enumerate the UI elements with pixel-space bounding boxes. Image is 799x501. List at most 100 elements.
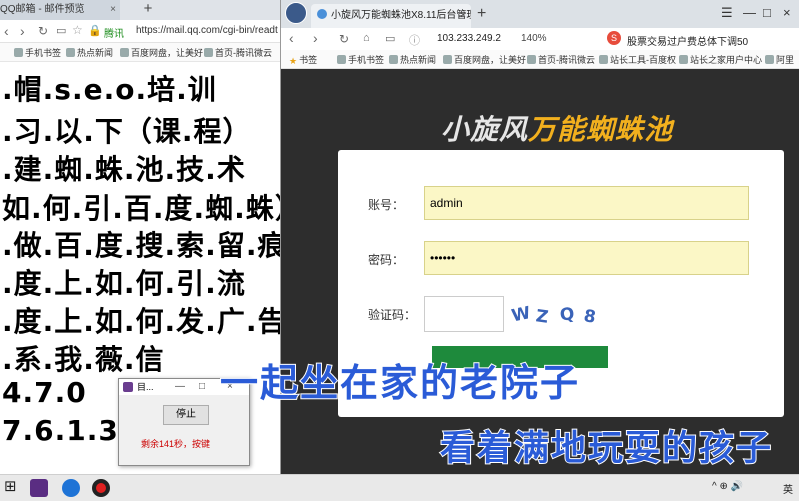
logo-part1: 小旋风 [441,114,529,145]
reload-icon[interactable]: ↻ [38,24,48,38]
right-bookmark-bar: ★ 书签 手机书签 热点新闻 百度网盘，让美好 首页-腾讯微云 站长工具-百度权 … [281,50,799,69]
bookmark-item[interactable]: 热点新闻 [389,53,436,66]
menu-icon[interactable]: ☰ [721,5,733,21]
bookmark-icon [337,55,346,64]
bookmark-item[interactable]: 站长工具-百度权 [599,53,676,66]
forward-icon[interactable]: › [20,23,25,39]
bookmark-icon [204,48,213,57]
captcha-image[interactable]: W Z Q 8 [510,296,606,332]
media-app-icon[interactable] [30,479,48,497]
content-line: 如.何.引.百.度.蜘.蛛） [2,192,280,225]
password-input[interactable]: •••••• [424,241,749,275]
captcha-input[interactable] [424,296,504,332]
right-tab-close-icon[interactable]: × [460,4,466,28]
right-tab-admin[interactable]: 小旋风万能蜘蛛池X8.11后台管理 × [311,4,471,28]
left-new-tab-button[interactable]: + [140,0,156,20]
right-new-tab-button[interactable]: + [477,5,486,23]
bookmark-icon [14,48,23,57]
left-tab-title: QQ邮箱 - 邮件预览 [0,4,85,15]
password-label: 密码： [368,253,405,267]
bookmark-item[interactable]: 首页-腾讯微云 [204,46,272,59]
left-url-input[interactable]: https://mail.qq.com/cgi-bin/readt [136,25,278,36]
bookmark-item[interactable]: 百度网盘，让美好 [443,53,526,66]
captcha-char: Z [535,306,550,328]
info-icon: ⓘ [409,35,420,47]
minimize-icon[interactable]: — [175,379,185,395]
content-line: .建.蜘.蛛.池.技.术 [2,153,246,186]
home-icon[interactable]: ⌂ [363,32,370,44]
left-tab-bar: QQ邮箱 - 邮件预览 × + [0,0,280,20]
news-ticker[interactable]: 股票交易过户费总体下调50 [627,33,748,48]
bookmark-item[interactable]: 百度网盘，让美好 [120,46,203,59]
logo-part2: 万能蜘蛛池 [528,114,674,145]
right-tab-title: 小旋风万能蜘蛛池X8.11后台管理 [331,10,471,21]
content-line: .做.百.度.搜.索.留.痕 [2,229,280,262]
site-logo: 小旋风万能蜘蛛池 [441,108,673,148]
bookmark-item[interactable]: 手机书签 [337,53,384,66]
maximize-icon[interactable]: □ [199,379,205,395]
tray-icons[interactable]: ^ ⊕ 🔊 [712,481,743,492]
username-input[interactable]: admin [424,186,749,220]
back-icon[interactable]: ‹ [289,30,294,46]
start-icon[interactable]: ⊞ [4,477,22,495]
right-tab-bar: 小旋风万能蜘蛛池X8.11后台管理 × + ☰ — □ × [281,0,799,28]
captcha-char: Q [559,304,575,325]
content-line: 7.6.1.3 [2,414,119,447]
right-address-bar: ‹ › ↻ ⌂ ▭ ⓘ 103.233.249.2 140% S 股票交易过户费… [281,28,799,51]
user-avatar[interactable] [285,2,307,24]
bookmark-icon [527,55,536,64]
captcha-char: 8 [582,306,597,328]
browser-app-icon[interactable] [62,479,80,497]
content-line: .帽.s.e.o.培.训 [2,73,217,106]
bookmark-icon [120,48,129,57]
countdown-status: 剩余141秒，按键 [141,439,211,449]
bookmark-item[interactable]: 热点新闻 [66,46,113,59]
username-label: 账号： [368,198,405,212]
captcha-label: 验证码： [368,308,417,322]
right-url-input[interactable]: 103.233.249.2 [437,33,501,44]
site-label: 腾讯 [104,29,124,40]
globe-icon [317,9,327,19]
captcha-char: W [510,303,533,327]
bookmark-icon [389,55,398,64]
bookmark-item[interactable]: 阿里 [765,53,794,66]
favorite-icon[interactable]: ☆ [72,23,83,37]
input-language-indicator[interactable]: 英 [783,481,793,496]
caption-line-1: 一起坐在家的老院子 [219,360,581,406]
bookmark-icon [679,55,688,64]
content-line: .习.以.下（课.程） [2,115,252,148]
reader-icon[interactable]: ▭ [385,32,395,45]
zoom-level[interactable]: 140% [521,33,547,44]
bookmark-item[interactable]: 首页-腾讯微云 [527,53,595,66]
bookmark-icon [66,48,75,57]
bookmark-icon [599,55,608,64]
app-icon [123,382,133,392]
taskbar: ⊞ ^ ⊕ 🔊 英 [0,474,799,501]
left-tab-qqmail[interactable]: QQ邮箱 - 邮件预览 × [0,0,120,20]
maximize-icon[interactable]: □ [763,5,771,20]
content-line: .度.上.如.何.引.流 [2,267,246,300]
close-icon[interactable]: × [783,5,791,20]
reader-icon[interactable]: ▭ [56,24,66,37]
bookmark-item[interactable]: 站长之家用户中心 [679,53,762,66]
caption-line-2: 看着满地玩耍的孩子 [439,428,774,470]
bookmark-item[interactable]: 手机书签 [14,46,61,59]
reload-icon[interactable]: ↻ [339,32,349,46]
search-engine-icon[interactable]: S [607,31,621,45]
dialog-title: 目... [137,382,154,392]
star-icon: ★ [289,56,298,66]
record-icon[interactable] [92,479,110,497]
content-line: .系.我.薇.信 [2,343,165,376]
left-bookmark-bar: 手机书签 热点新闻 百度网盘，让美好 首页-腾讯微云 [0,43,280,62]
minimize-icon[interactable]: — [743,5,756,20]
content-line: 4.7.0 [2,376,87,409]
bookmark-item[interactable]: ★ 书签 [289,53,317,66]
left-address-bar: ‹ › ↻ ▭ ☆ 🔒 腾讯 https://mail.qq.com/cgi-b… [0,20,280,43]
lock-icon: 🔒 [88,25,102,37]
back-icon[interactable]: ‹ [4,23,9,39]
left-tab-close-icon[interactable]: × [110,0,116,20]
forward-icon[interactable]: › [313,30,318,46]
bookmark-icon [765,55,774,64]
stop-button[interactable]: 停止 [163,405,209,425]
content-line: .度.上.如.何.发.广.告 [2,305,280,338]
